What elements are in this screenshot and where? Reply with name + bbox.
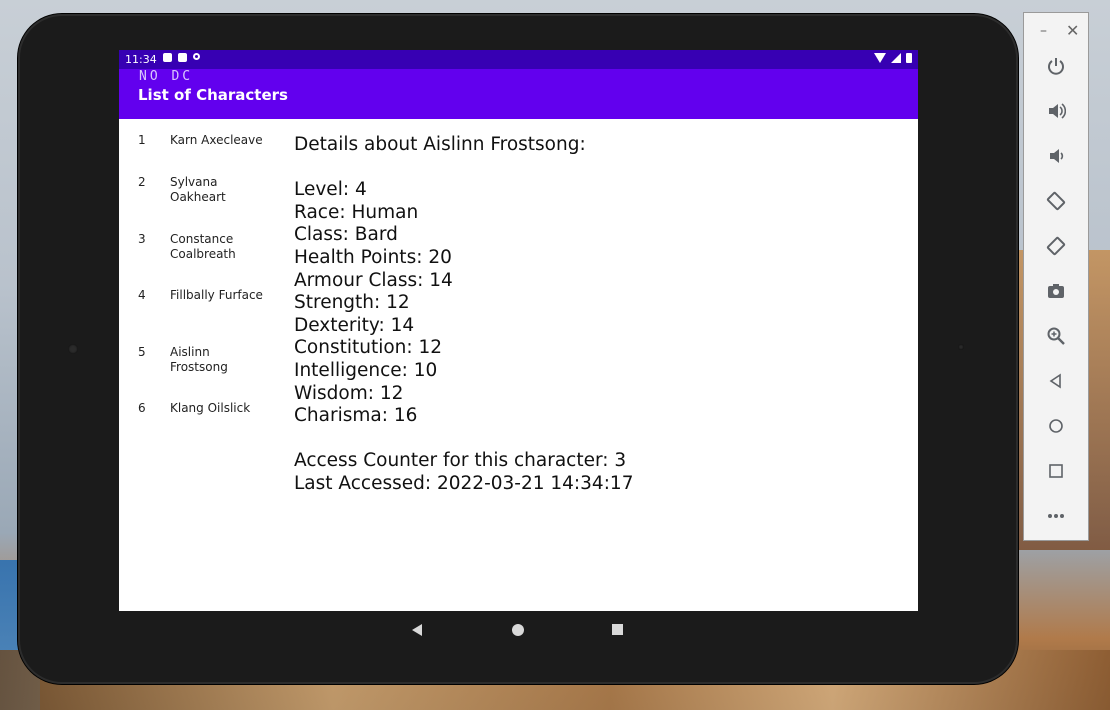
back-icon[interactable]	[1042, 367, 1070, 395]
charisma-value: Charisma: 16	[294, 405, 418, 427]
sensor-dot	[958, 344, 964, 350]
close-button[interactable]: ✕	[1066, 21, 1079, 40]
list-item-number: 3	[138, 232, 146, 246]
armour-value: Armour Class: 14	[294, 269, 453, 291]
strength-value: Strength: 12	[294, 292, 410, 314]
list-item-name: Klang Oilslick	[170, 401, 251, 415]
system-icons	[874, 53, 912, 63]
a-icon	[163, 53, 172, 62]
wifi-icon	[874, 53, 886, 63]
battery-icon	[906, 53, 912, 63]
details-heading: Details about Aislinn Frostsong:	[294, 134, 586, 155]
constitution-value: Constitution: 12	[294, 337, 443, 359]
debug-overlay: NO DC	[139, 69, 194, 84]
more-icon[interactable]	[1042, 502, 1070, 530]
minimize-button[interactable]: –	[1040, 23, 1047, 39]
character-details: Details about Aislinn Frostsong: Level: …	[294, 134, 633, 496]
level-value: Level: 4	[294, 179, 367, 201]
list-item-name: Constance Coalbreath	[170, 232, 236, 261]
access-counter: Access Counter for this character: 3	[294, 450, 627, 472]
list-item-name: Karn Axecleave	[170, 133, 263, 147]
signal-icon	[891, 53, 901, 63]
status-time: 11:34	[125, 53, 157, 66]
nav-home-icon[interactable]	[512, 624, 524, 636]
list-item-number: 4	[138, 288, 146, 302]
volume-up-icon[interactable]	[1042, 97, 1070, 125]
status-bar: 11:34	[119, 50, 918, 69]
list-item-number: 6	[138, 401, 146, 415]
list-item-name: Aislinn Frostsong	[170, 345, 228, 374]
camera-icon[interactable]	[1042, 277, 1070, 305]
overview-icon[interactable]	[1042, 457, 1070, 485]
health-value: Health Points: 20	[294, 246, 452, 268]
wisdom-value: Wisdom: 12	[294, 382, 404, 404]
app-screen: 11:34 NO DC List of Characters 1 Karn Ax…	[119, 50, 918, 611]
sd-card-icon	[178, 53, 187, 62]
camera-dot	[68, 344, 78, 354]
zoom-icon[interactable]	[1042, 322, 1070, 350]
volume-down-icon[interactable]	[1042, 142, 1070, 170]
dexterity-value: Dexterity: 14	[294, 314, 415, 336]
list-item-number: 2	[138, 175, 146, 189]
list-item-name: Fillbally Furface	[170, 288, 263, 302]
nav-back-icon[interactable]	[412, 624, 422, 636]
rotate-left-icon[interactable]	[1042, 187, 1070, 215]
list-item-number: 1	[138, 133, 146, 147]
home-icon[interactable]	[1042, 412, 1070, 440]
nav-recents-icon[interactable]	[612, 624, 623, 635]
app-bar: NO DC List of Characters	[119, 69, 918, 119]
class-value: Class: Bard	[294, 224, 398, 246]
android-nav-bar	[119, 611, 918, 651]
rotate-right-icon[interactable]	[1042, 232, 1070, 260]
emulator-toolbar: – ✕	[1023, 12, 1089, 541]
power-icon[interactable]	[1042, 52, 1070, 80]
race-value: Race: Human	[294, 201, 419, 223]
list-item-number: 5	[138, 345, 146, 359]
last-accessed: Last Accessed: 2022-03-21 14:34:17	[294, 472, 634, 494]
notification-icons	[163, 53, 200, 62]
sync-icon	[193, 53, 200, 60]
page-title: List of Characters	[138, 86, 288, 104]
intelligence-value: Intelligence: 10	[294, 359, 438, 381]
list-item-name: Sylvana Oakheart	[170, 175, 226, 204]
